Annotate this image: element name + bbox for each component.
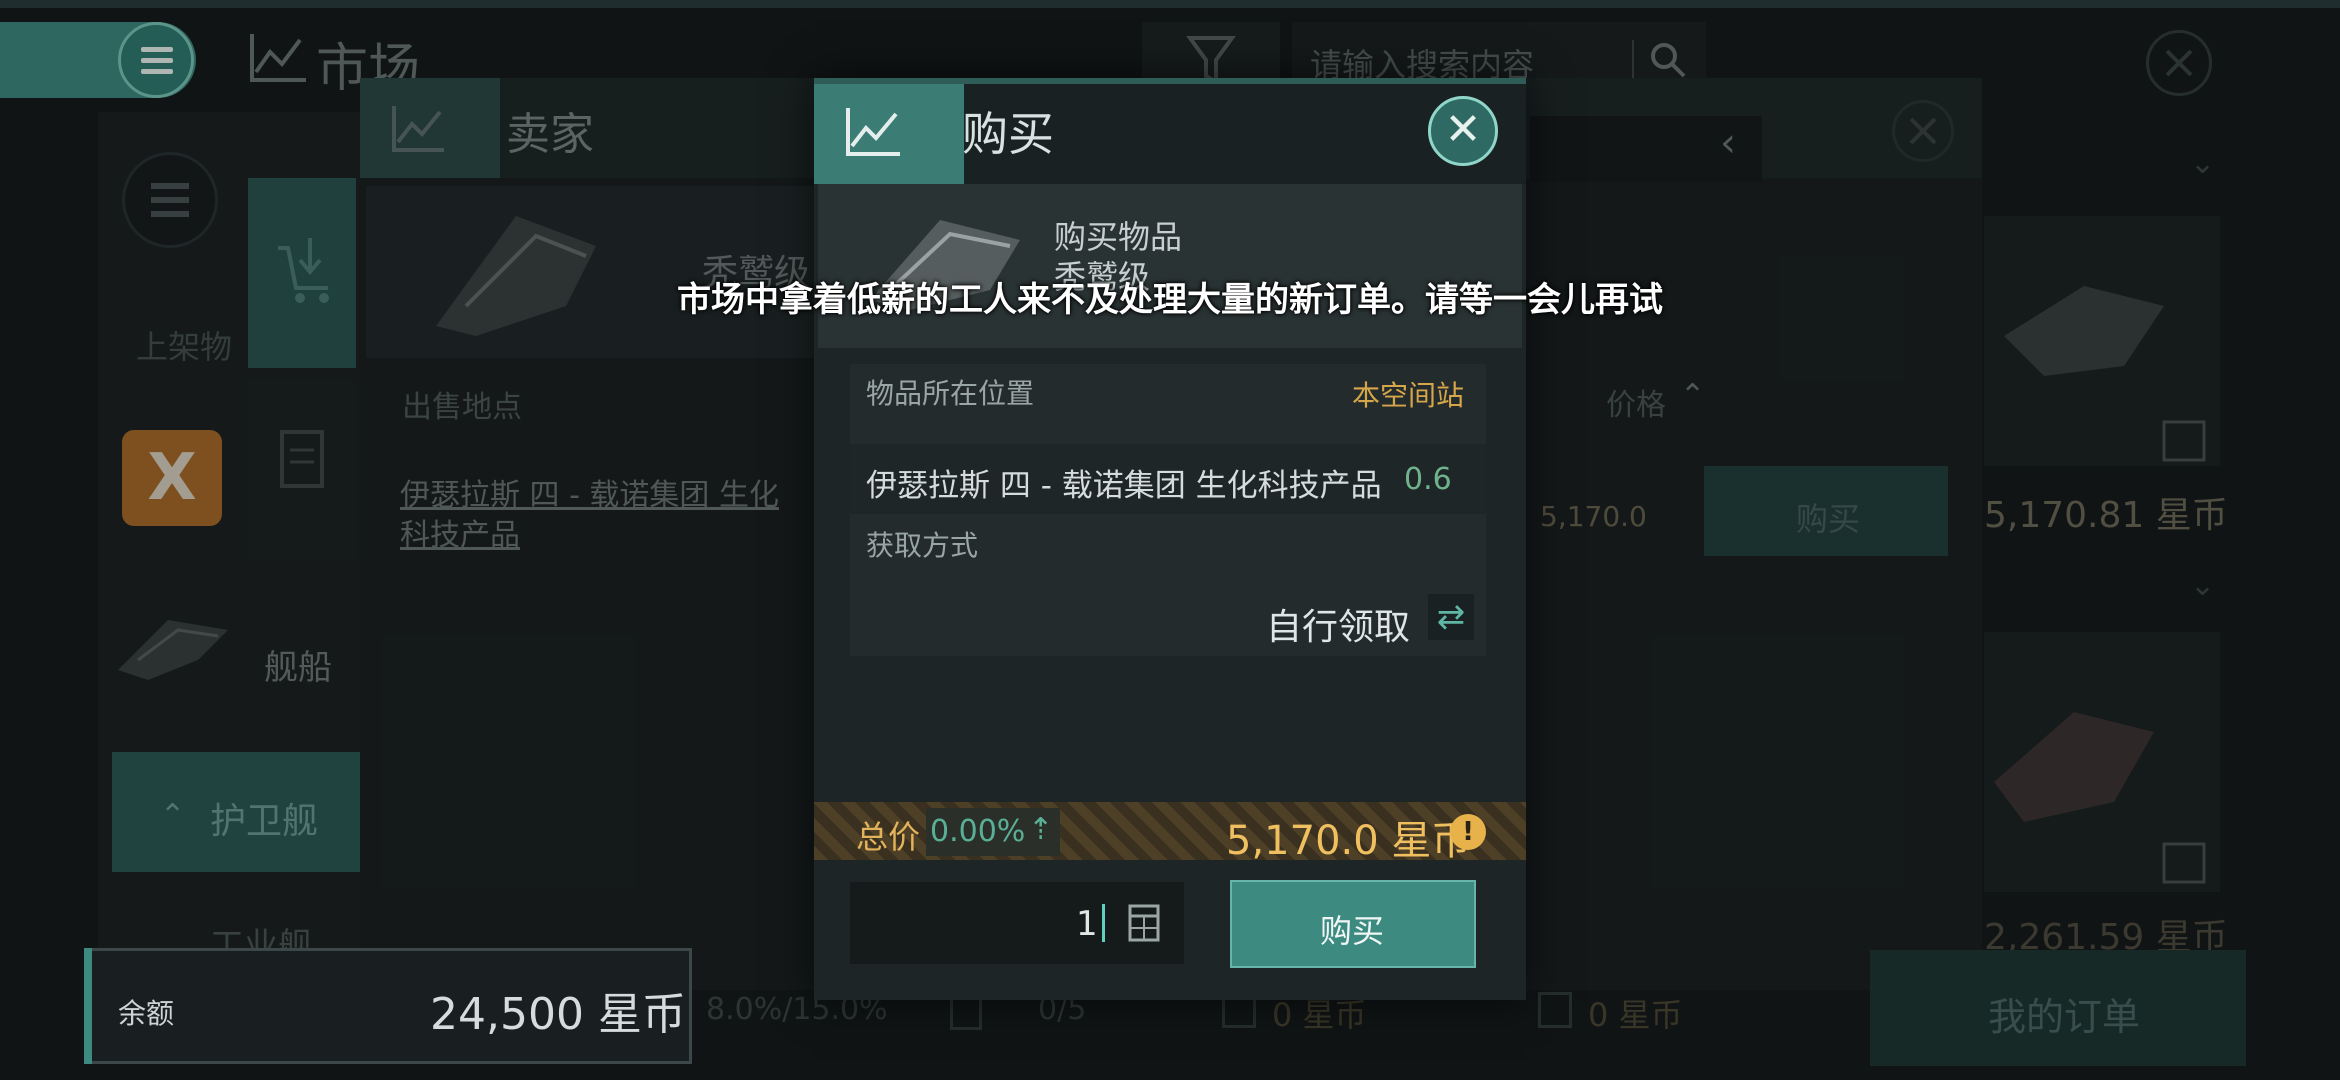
up-arrow-icon: ⇡ xyxy=(1028,812,1054,847)
balance-value: 24,500 星币 xyxy=(430,989,686,1040)
close-buy-dialog-button[interactable]: ✕ xyxy=(1428,96,1498,166)
location-station: 本空间站 xyxy=(1352,379,1465,412)
security-status: 0.6 xyxy=(1404,462,1452,497)
balance-accent xyxy=(84,948,92,1064)
acquire-value: 自行领取 xyxy=(1266,607,1411,648)
location-value: 伊瑟拉斯 四 - 载诺集团 生化科技产品 xyxy=(866,468,1382,504)
buy-dialog-title: 购买 xyxy=(962,107,1054,161)
buy-header-tab xyxy=(814,84,964,184)
calculator-icon[interactable] xyxy=(1128,904,1160,942)
market-chart-icon xyxy=(846,108,900,156)
close-icon: ✕ xyxy=(1444,104,1482,155)
price-deviation: 0.00% xyxy=(930,814,1026,849)
buy-button-label: 购买 xyxy=(1320,912,1385,950)
swap-icon[interactable]: ⇄ xyxy=(1428,594,1474,640)
toast-message: 市场中拿着低薪的工人来不及处理大量的新订单。请等一会儿再试 xyxy=(677,280,1663,320)
balance-label: 余额 xyxy=(118,997,175,1030)
location-label: 物品所在位置 xyxy=(866,377,1035,410)
warning-icon[interactable]: ! xyxy=(1450,814,1486,850)
total-label: 总价 xyxy=(856,818,921,856)
quantity-value: 1 xyxy=(1076,904,1098,944)
acquire-label: 获取方式 xyxy=(866,529,979,562)
text-caret xyxy=(1102,904,1105,942)
total-price: 5,170.0 星币 xyxy=(1226,818,1472,864)
